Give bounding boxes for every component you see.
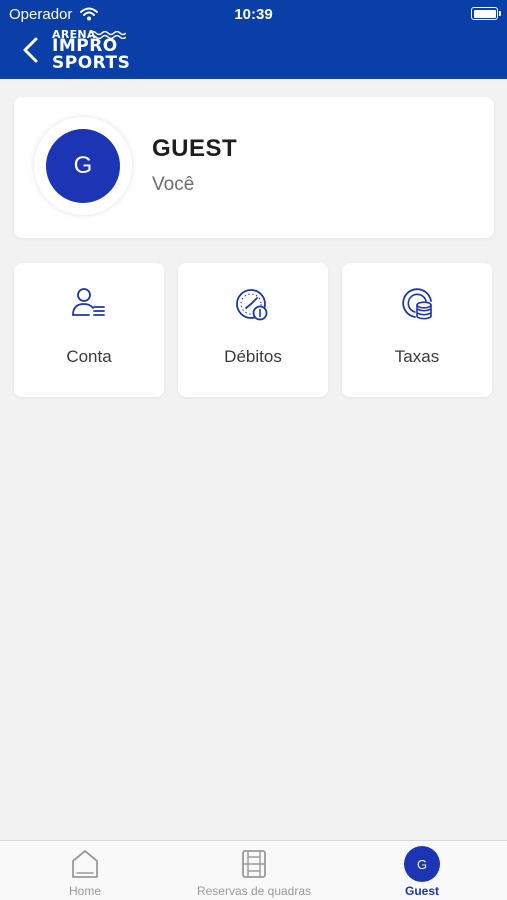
profile-name: GUEST [152, 135, 238, 162]
tile-taxas[interactable]: Taxas [342, 263, 492, 397]
avatar[interactable]: G [46, 129, 120, 203]
coins-icon [402, 288, 432, 320]
status-time: 10:39 [234, 6, 273, 23]
arena-impro-sports-logo: ARENA IMPRO SPORTS [52, 28, 131, 76]
tile-debitos[interactable]: Débitos [178, 263, 328, 397]
avatar-ring: G [34, 117, 132, 215]
logo-line-sports: SPORTS [52, 53, 131, 73]
tab-label-reservas: Reservas de quadras [196, 884, 312, 898]
tab-home[interactable]: Home [45, 841, 125, 900]
app-header: Operador 10:39 ARENA IMPRO SPORTS [0, 0, 507, 79]
court-icon [242, 850, 266, 878]
tab-guest-avatar: G [404, 846, 440, 882]
profile-role: Você [152, 174, 195, 195]
tile-label-conta: Conta [66, 347, 112, 366]
home-icon [72, 850, 98, 878]
battery-icon [471, 7, 501, 20]
tab-guest[interactable]: G Guest [382, 841, 462, 900]
tile-label-taxas: Taxas [394, 347, 440, 366]
status-bar: Operador 10:39 [0, 4, 507, 24]
back-chevron-icon[interactable] [20, 36, 44, 64]
tile-conta[interactable]: Conta [14, 263, 164, 397]
tab-bar: Home Reservas de quadras G Guest [0, 840, 507, 900]
clock-dollar-icon [236, 289, 268, 321]
tab-label-guest: Guest [404, 884, 439, 898]
profile-card: G GUEST Você [14, 97, 494, 238]
tab-label-home: Home [68, 884, 101, 898]
tab-reservas[interactable]: Reservas de quadras [174, 841, 334, 900]
tile-label-debitos: Débitos [224, 347, 282, 366]
user-list-icon [72, 288, 105, 316]
